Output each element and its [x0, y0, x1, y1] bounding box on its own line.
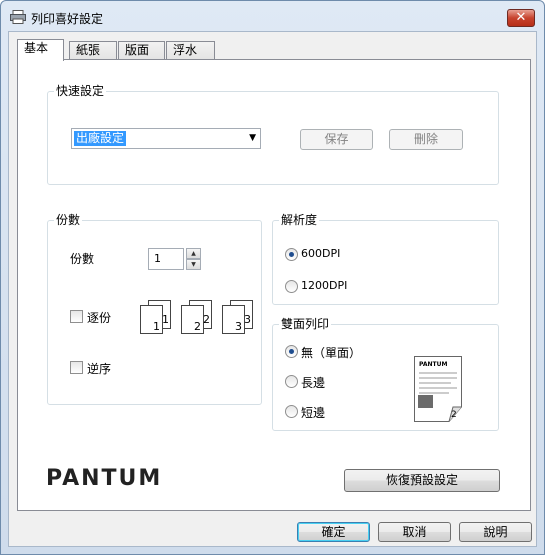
radio-duplex-long-edge[interactable] [285, 375, 298, 388]
duplex-legend: 雙面列印 [279, 317, 332, 331]
radio-600dpi[interactable] [285, 248, 298, 261]
radio-duplex-none[interactable] [285, 345, 298, 358]
reverse-order-label: 逆序 [87, 362, 112, 376]
tab-paper[interactable]: 紙張 [69, 41, 117, 60]
quick-settings-select[interactable]: 出廠設定 ▼ [71, 128, 261, 149]
label-duplex-none: 無（單面） [301, 346, 362, 360]
collate-num-front-1: 1 [153, 320, 160, 333]
collate-illustration: 1 1 2 2 3 3 [140, 300, 253, 334]
quick-settings-group: 快速設定 出廠設定 ▼ 保存 刪除 [47, 84, 499, 185]
duplex-preview-page-number: 2 [451, 410, 457, 420]
dialog-body: 基本 紙張 版面 浮水印 快速設定 出廠設定 ▼ 保存 刪除 份數 份數 1 [8, 31, 537, 547]
save-button[interactable]: 保存 [300, 129, 373, 150]
label-duplex-long-edge: 長邊 [301, 376, 326, 390]
ok-button[interactable]: 確定 [297, 522, 370, 542]
tab-layout[interactable]: 版面 [118, 41, 165, 60]
label-600dpi: 600DPI [301, 247, 341, 260]
window-title: 列印喜好設定 [31, 12, 104, 26]
radio-duplex-short-edge[interactable] [285, 405, 298, 418]
collate-num-back-3: 3 [244, 313, 251, 326]
reverse-order-checkbox[interactable] [70, 361, 83, 374]
collate-label: 逐份 [87, 311, 112, 325]
help-button[interactable]: 說明 [459, 522, 532, 542]
resolution-group: 解析度 600DPI 1200DPI [272, 213, 499, 305]
title-bar: 列印喜好設定 ✕ [1, 1, 544, 31]
collate-num-back-1: 1 [162, 313, 169, 326]
printing-preferences-window: 列印喜好設定 ✕ 基本 紙張 版面 浮水印 快速設定 出廠設定 ▼ 保存 刪除 … [0, 0, 545, 555]
cancel-button[interactable]: 取消 [378, 522, 451, 542]
duplex-group: 雙面列印 無（單面） 長邊 短邊 PANTUM 2 [272, 317, 499, 431]
collate-num-back-2: 2 [203, 313, 210, 326]
duplex-preview-logo: PANTUM [419, 361, 447, 368]
close-button[interactable]: ✕ [507, 9, 535, 27]
quick-settings-legend: 快速設定 [54, 84, 107, 98]
copies-label: 份數 [70, 252, 95, 266]
spin-down-button[interactable]: ▼ [186, 259, 201, 270]
copies-input[interactable]: 1 [148, 248, 184, 270]
label-1200dpi: 1200DPI [301, 279, 348, 292]
resolution-legend: 解析度 [279, 213, 320, 227]
printer-icon [10, 10, 26, 24]
duplex-preview-photo [418, 395, 433, 408]
copies-legend: 份數 [54, 213, 83, 227]
quick-settings-selected: 出廠設定 [74, 131, 127, 146]
copies-spinner: ▲ ▼ [186, 248, 201, 270]
collate-checkbox[interactable] [70, 310, 83, 323]
radio-1200dpi[interactable] [285, 280, 298, 293]
label-duplex-short-edge: 短邊 [301, 406, 326, 420]
pantum-logo: PANTUM [46, 466, 163, 491]
chevron-down-icon: ▼ [249, 133, 256, 143]
spin-up-button[interactable]: ▲ [186, 248, 201, 259]
duplex-preview-illustration: PANTUM 2 [414, 356, 462, 422]
collate-num-front-3: 3 [235, 320, 242, 333]
tab-basic[interactable]: 基本 [17, 39, 64, 61]
restore-defaults-button[interactable]: 恢復預設設定 [344, 469, 500, 492]
copies-group: 份數 份數 1 ▲ ▼ 逐份 1 1 2 2 3 3 逆序 [47, 213, 262, 405]
collate-num-front-2: 2 [194, 320, 201, 333]
delete-button[interactable]: 刪除 [389, 129, 463, 150]
tab-watermark[interactable]: 浮水印 [166, 41, 215, 74]
basic-tab-panel: 快速設定 出廠設定 ▼ 保存 刪除 份數 份數 1 ▲ ▼ 逐份 1 1 2 2… [17, 59, 531, 511]
